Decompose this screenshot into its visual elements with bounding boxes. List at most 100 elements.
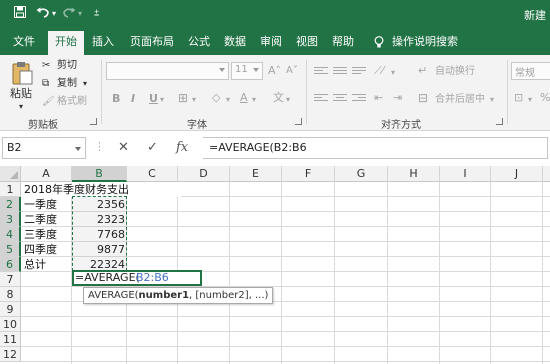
tab-view[interactable]: 视图 — [292, 29, 322, 55]
row-header-11[interactable]: 11 — [0, 332, 21, 347]
column-header-a[interactable]: A — [21, 166, 72, 182]
format-painter-icon[interactable]: 🖌 — [42, 95, 55, 109]
column-header-f[interactable]: F — [282, 166, 335, 182]
tab-data[interactable]: 数据 — [220, 29, 250, 55]
increase-indent-icon[interactable]: ⇥ — [393, 91, 402, 105]
align-center-icon[interactable] — [333, 94, 347, 104]
merge-center-dropdown-icon[interactable]: ▾ — [490, 93, 494, 107]
align-middle-icon[interactable] — [333, 67, 347, 77]
tab-page-layout[interactable]: 页面布局 — [124, 29, 180, 55]
row-header-9[interactable]: 9 — [0, 302, 21, 317]
name-box[interactable]: B2 — [2, 137, 86, 159]
save-icon[interactable] — [14, 6, 26, 23]
cut-button[interactable]: 剪切 — [57, 59, 77, 73]
grow-font-button[interactable]: A˄ — [268, 64, 281, 78]
row-header-7[interactable]: 7 — [0, 272, 21, 287]
align-top-icon[interactable] — [314, 67, 328, 77]
tab-review[interactable]: 审阅 — [256, 29, 286, 55]
tab-home[interactable]: 开始 — [48, 31, 84, 55]
lightbulb-icon[interactable] — [374, 36, 384, 48]
formula-input[interactable]: =AVERAGE(B2:B6 — [203, 137, 548, 159]
font-color-dropdown-icon[interactable]: ▾ — [252, 93, 256, 107]
column-header-d[interactable]: D — [178, 166, 230, 182]
redo-dropdown-icon[interactable]: ▾ — [78, 6, 82, 22]
column-header-b[interactable]: B — [72, 166, 127, 182]
scissors-icon[interactable]: ✂ — [42, 59, 50, 73]
bold-button[interactable]: B — [112, 92, 120, 105]
copy-dropdown-icon[interactable]: ▾ — [83, 77, 87, 91]
wrap-text-icon[interactable]: ↵ — [418, 64, 427, 78]
tab-file[interactable]: 文件 — [4, 29, 44, 55]
redo-icon[interactable] — [62, 6, 76, 23]
font-name-combo[interactable] — [106, 62, 229, 80]
row-header-8[interactable]: 8 — [0, 287, 21, 302]
phonetic-icon[interactable]: 文 — [273, 91, 284, 105]
insert-function-icon[interactable]: fx — [176, 140, 188, 155]
enter-icon[interactable]: ✓ — [147, 140, 158, 155]
copy-button[interactable]: 复制 — [57, 77, 77, 91]
border-dropdown-icon[interactable]: ▾ — [192, 93, 196, 107]
border-icon[interactable]: ⊞ — [178, 91, 188, 105]
cell-a1[interactable]: 2018年季度财务支出 — [21, 182, 181, 197]
row-header-4[interactable]: 4 — [0, 227, 21, 242]
orientation-dropdown-icon[interactable]: ▾ — [391, 66, 395, 80]
wrap-text-button[interactable]: 自动换行 — [435, 65, 475, 79]
select-all-button[interactable] — [0, 166, 21, 182]
font-dialog-launcher[interactable] — [295, 118, 302, 125]
currency-dropdown-icon[interactable]: ▾ — [528, 93, 532, 107]
merge-center-icon[interactable]: ⊟ — [418, 91, 428, 105]
align-left-icon[interactable] — [314, 94, 328, 104]
paste-dropdown-icon[interactable]: ▾ — [19, 100, 23, 114]
column-header-h[interactable]: H — [388, 166, 440, 182]
phonetic-dropdown-icon[interactable]: ▾ — [286, 93, 290, 107]
orientation-icon[interactable]: ⟋⁄ — [374, 64, 384, 78]
tell-me-search[interactable]: 操作说明搜索 — [392, 29, 462, 55]
align-bottom-icon[interactable] — [352, 67, 366, 77]
tab-insert[interactable]: 插入 — [88, 29, 118, 55]
underline-dropdown-icon[interactable]: ▾ — [160, 93, 164, 107]
cell-a6[interactable]: 总计 — [21, 257, 71, 272]
row-header-6[interactable]: 6 — [0, 257, 21, 272]
paste-icon[interactable] — [10, 60, 34, 86]
merge-center-button[interactable]: 合并后居中 — [435, 93, 485, 107]
cell-a4[interactable]: 三季度 — [21, 227, 71, 242]
row-header-1[interactable]: 1 — [0, 182, 21, 197]
font-size-combo[interactable]: 11 — [231, 62, 263, 80]
undo-icon[interactable] — [36, 6, 50, 23]
customize-quick-access-icon[interactable]: ⩲ — [94, 6, 99, 22]
tab-formulas[interactable]: 公式 — [184, 29, 214, 55]
fill-color-icon[interactable]: ◇ — [212, 91, 220, 105]
paste-button[interactable]: 粘贴 — [10, 87, 32, 101]
format-painter-button[interactable]: 格式刷 — [57, 95, 87, 109]
active-cell-b7[interactable]: =AVERAGE(B2:B6 — [72, 270, 202, 286]
cell-a5[interactable]: 四季度 — [21, 242, 71, 257]
align-right-icon[interactable] — [352, 94, 366, 104]
column-header-e[interactable]: E — [230, 166, 282, 182]
column-header-c[interactable]: C — [127, 166, 178, 182]
italic-button[interactable]: I — [131, 92, 135, 105]
undo-dropdown-icon[interactable]: ▾ — [52, 6, 56, 22]
column-header-g[interactable]: G — [335, 166, 388, 182]
tooltip-function-name[interactable]: AVERAGE( — [88, 290, 139, 301]
row-header-12[interactable]: 12 — [0, 347, 21, 362]
percent-icon[interactable]: % — [540, 91, 550, 105]
font-color-icon[interactable]: A — [240, 91, 248, 105]
row-header-5[interactable]: 5 — [0, 242, 21, 257]
fill-color-dropdown-icon[interactable]: ▾ — [226, 93, 230, 107]
decrease-indent-icon[interactable]: ⇤ — [374, 91, 383, 105]
cell-a3[interactable]: 二季度 — [21, 212, 71, 227]
column-header-i[interactable]: I — [440, 166, 491, 182]
underline-button[interactable]: U — [149, 92, 158, 105]
copy-icon[interactable]: ⧉ — [42, 77, 49, 91]
cell-a2[interactable]: 一季度 — [21, 197, 71, 212]
number-format-combo[interactable]: 常规 — [511, 62, 550, 80]
clipboard-dialog-launcher[interactable] — [90, 118, 97, 125]
row-header-10[interactable]: 10 — [0, 317, 21, 332]
alignment-dialog-launcher[interactable] — [496, 118, 503, 125]
cancel-icon[interactable]: ✕ — [118, 140, 129, 155]
row-header-2[interactable]: 2 — [0, 197, 21, 212]
row-header-3[interactable]: 3 — [0, 212, 21, 227]
currency-icon[interactable]: ⊡ — [514, 91, 523, 105]
column-header-k[interactable] — [543, 166, 550, 182]
column-header-j[interactable]: J — [491, 166, 543, 182]
